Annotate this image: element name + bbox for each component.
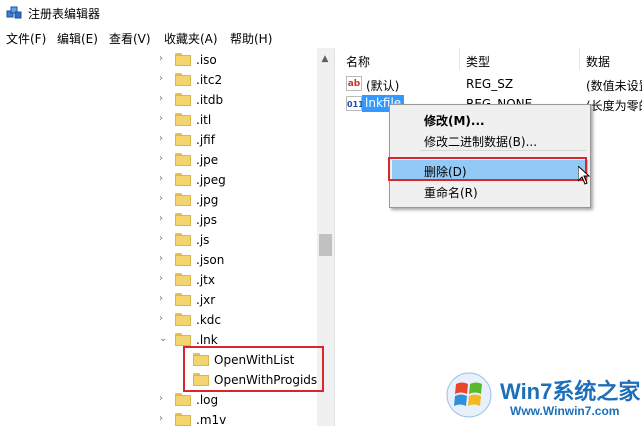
tree-item-label: .itdb [196,93,224,107]
menu-view[interactable]: 查看(V) [109,30,151,47]
watermark: Win7系统之家 Www.Winwin7.com [440,368,640,424]
mouse-cursor-icon [578,166,590,185]
string-value-icon: ab [346,76,362,91]
tree-item-label: .jtx [196,273,215,287]
scroll-thumb[interactable] [319,234,332,256]
folder-icon [175,413,191,426]
tree-item[interactable]: › .jtx [0,270,318,290]
tree-item-label: .iso [196,53,217,67]
binary-value-icon: 011 [346,96,364,111]
collapsed-chevron-icon[interactable]: › [159,274,169,284]
tree-item[interactable]: › .jpg [0,190,318,210]
watermark-brand: Win7系统之家 [500,379,641,404]
tree-item-label: .jpeg [196,173,226,187]
menu-file[interactable]: 文件(F) [6,30,46,47]
tree-item[interactable]: › .jps [0,210,318,230]
tree-item-label: .kdc [196,313,221,327]
title-bar: 注册表编辑器 [0,0,642,26]
folder-icon [175,313,191,326]
collapsed-chevron-icon[interactable]: › [159,314,169,324]
ctx-modify[interactable]: 修改(M)... [392,109,588,129]
column-header-name[interactable]: 名称 [340,48,460,70]
collapsed-chevron-icon[interactable]: › [159,294,169,304]
regedit-app-icon [6,6,22,19]
folder-icon [175,133,191,146]
folder-icon [175,73,191,86]
tree-item-label: .jpg [196,193,219,207]
collapsed-chevron-icon[interactable]: › [159,214,169,224]
menu-separator [420,150,586,151]
folder-icon [175,113,191,126]
tree-item-label: .lnk [196,333,218,347]
tree-item[interactable]: › .iso [0,50,318,70]
folder-icon [175,233,191,246]
tree-item[interactable]: › .itl [0,110,318,130]
tree-item[interactable]: › .jxr [0,290,318,310]
collapsed-chevron-icon[interactable]: › [159,234,169,244]
tree-item-label: .jxr [196,293,216,307]
folder-icon [175,93,191,106]
collapsed-chevron-icon[interactable]: › [159,194,169,204]
tree-item-label: .itc2 [196,73,223,87]
folder-icon [175,333,191,346]
tree-item-label: .jfif [196,133,215,147]
collapsed-chevron-icon[interactable]: › [159,54,169,64]
expanded-chevron-icon[interactable]: ⌄ [159,334,169,344]
folder-icon [175,293,191,306]
folder-icon [175,253,191,266]
tree-item[interactable]: › .itdb [0,90,318,110]
context-menu: 修改(M)... 修改二进制数据(B)... 删除(D) 重命名(R) [389,104,591,208]
column-header-type[interactable]: 类型 [460,48,580,70]
scroll-up-icon[interactable]: ▲ [320,54,330,64]
folder-icon [175,213,191,226]
collapsed-chevron-icon[interactable]: › [159,414,169,424]
column-header-data[interactable]: 数据 [580,48,642,70]
windows-logo-icon [446,372,492,418]
tree-item[interactable]: › .log [0,390,318,410]
highlight-delete [388,157,587,181]
collapsed-chevron-icon[interactable]: › [159,134,169,144]
folder-icon [175,153,191,166]
highlight-child-keys [183,346,324,392]
tree-item-label: .itl [196,113,212,127]
collapsed-chevron-icon[interactable]: › [159,74,169,84]
collapsed-chevron-icon[interactable]: › [159,254,169,264]
tree-item-label: .jps [196,213,218,227]
tree-item[interactable]: › .jpeg [0,170,318,190]
collapsed-chevron-icon[interactable]: › [159,154,169,164]
folder-icon [175,273,191,286]
watermark-url: Www.Winwin7.com [510,404,620,418]
window-title: 注册表编辑器 [28,7,101,21]
tree-item[interactable]: › .json [0,250,318,270]
menu-edit[interactable]: 编辑(E) [57,30,98,47]
menu-favorites[interactable]: 收藏夹(A) [164,30,218,47]
menu-bar: 文件(F) 编辑(E) 查看(V) 收藏夹(A) 帮助(H) [0,27,642,47]
tree-item-label: .m1v [196,413,227,426]
tree-item-label: .json [196,253,225,267]
tree-item[interactable]: › .jpe [0,150,318,170]
ctx-modify-binary[interactable]: 修改二进制数据(B)... [392,130,588,150]
tree-item-label: .jpe [196,153,219,167]
tree-item[interactable]: › .js [0,230,318,250]
menu-help[interactable]: 帮助(H) [230,30,272,47]
collapsed-chevron-icon[interactable]: › [159,174,169,184]
folder-icon [175,173,191,186]
folder-icon [175,53,191,66]
tree-item[interactable]: › .kdc [0,310,318,330]
collapsed-chevron-icon[interactable]: › [159,114,169,124]
ctx-rename[interactable]: 重命名(R) [392,181,588,201]
folder-icon [175,193,191,206]
list-item[interactable]: ab (默认) REG_SZ (数值未设置) [340,74,642,94]
tree-item[interactable]: › .itc2 [0,70,318,90]
collapsed-chevron-icon[interactable]: › [159,394,169,404]
tree-item[interactable]: › .m1v [0,410,318,426]
collapsed-chevron-icon[interactable]: › [159,94,169,104]
tree-item-label: .js [196,233,210,247]
tree-item[interactable]: › .jfif [0,130,318,150]
folder-icon [175,393,191,406]
tree-item-label: .log [196,393,219,407]
